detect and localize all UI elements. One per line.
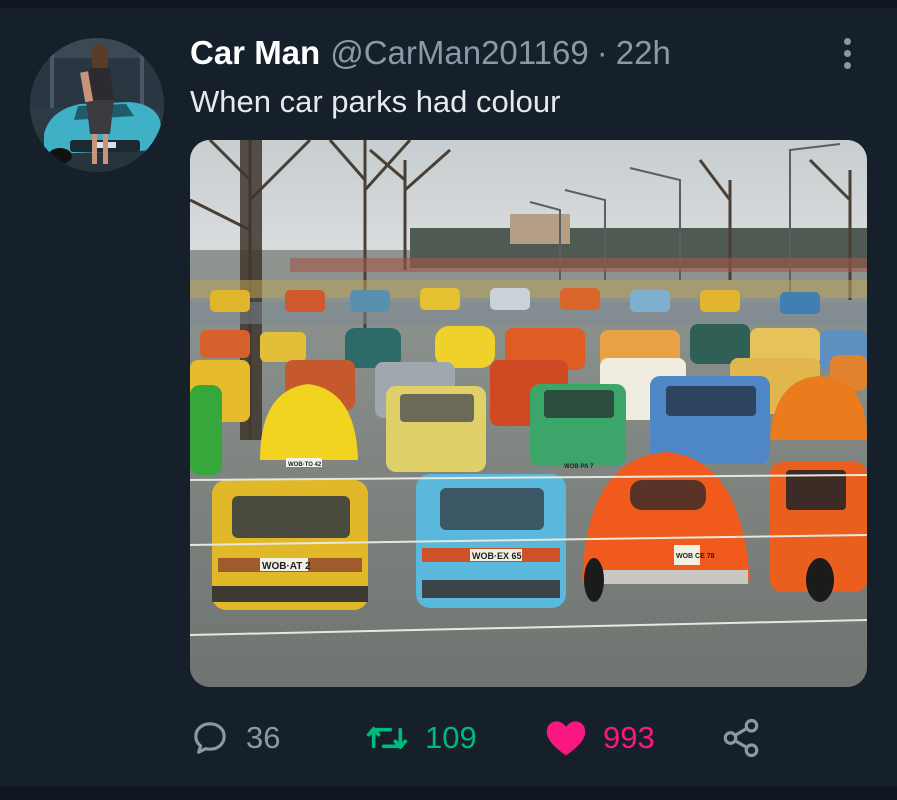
- tweet-text: When car parks had colour: [190, 84, 561, 119]
- display-name[interactable]: Car Man: [190, 34, 320, 71]
- bottom-divider: [0, 786, 897, 800]
- top-divider: [0, 0, 897, 8]
- retweet-button[interactable]: 109: [365, 716, 477, 760]
- reply-button[interactable]: 36: [190, 716, 280, 760]
- plate-text: WOB CE 78: [676, 553, 715, 560]
- share-button[interactable]: [720, 716, 762, 760]
- tweet-actions: 36 109 993: [190, 716, 790, 766]
- reply-icon: [194, 722, 226, 754]
- avatar[interactable]: [30, 38, 164, 172]
- plate-text: WOB·PA 7: [564, 464, 594, 470]
- timestamp[interactable]: 22h: [616, 34, 671, 71]
- like-button[interactable]: 993: [545, 716, 655, 760]
- plate-text: WOB·EX 65: [472, 551, 522, 561]
- more-options-icon[interactable]: [836, 36, 860, 70]
- retweet-count: 109: [425, 720, 477, 755]
- reply-count: 36: [246, 720, 281, 755]
- retweet-icon: [366, 727, 408, 749]
- separator-dot: ·: [596, 34, 608, 71]
- heart-icon: [546, 721, 586, 756]
- plate-text: WOB·AT 2: [262, 561, 311, 572]
- avatar-image: [30, 38, 164, 164]
- tweet-photo[interactable]: WOB·AT 2 WOB·EX 65 WOB CE 78 WOB·TO 42 W…: [190, 140, 867, 687]
- car-park-photo: WOB·AT 2 WOB·EX 65 WOB CE 78 WOB·TO 42 W…: [190, 140, 867, 687]
- like-count: 993: [603, 720, 655, 755]
- share-icon: [723, 718, 759, 758]
- user-handle[interactable]: @CarMan201169: [330, 34, 589, 71]
- tweet-header: Car Man @CarMan201169 · 22h: [190, 34, 671, 74]
- plate-text: WOB·TO 42: [288, 462, 322, 468]
